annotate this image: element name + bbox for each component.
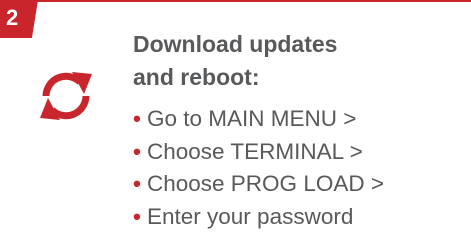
bullet: •	[133, 106, 141, 131]
bullet: •	[133, 138, 141, 164]
instruction-item-terminal: • Choose TERMINAL >	[133, 136, 469, 169]
top-divider	[0, 0, 471, 2]
step-heading-line-2: and reboot:	[133, 64, 260, 90]
instruction-text: Enter your password	[147, 203, 354, 229]
instruction-text: Choose PROG LOAD >	[147, 171, 384, 196]
instruction-text: Go to MAIN MENU >	[147, 106, 357, 131]
step-heading-line-1: Download updates	[133, 31, 338, 57]
instruction-text: Choose TERMINAL >	[147, 138, 363, 164]
bullet: •	[133, 203, 141, 229]
instruction-item-main-menu: • Go to MAIN MENU >	[133, 103, 469, 136]
step-heading: Download updates and reboot:	[133, 28, 463, 94]
instruction-item-password: • Enter your password	[133, 201, 469, 234]
instruction-list: • Go to MAIN MENU > • Choose TERMINAL > …	[133, 103, 469, 233]
bullet: •	[133, 171, 141, 196]
refresh-sync-icon	[40, 72, 92, 120]
instruction-item-prog-load: • Choose PROG LOAD >	[133, 168, 469, 201]
step-number-badge: 2	[0, 0, 38, 38]
step-number: 2	[6, 5, 19, 30]
